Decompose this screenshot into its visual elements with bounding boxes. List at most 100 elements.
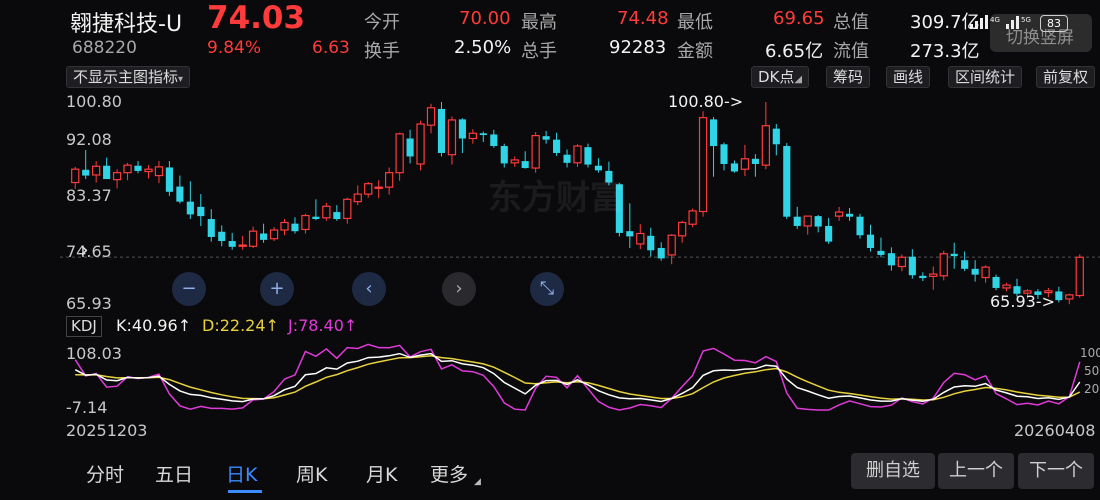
candle — [657, 242, 665, 261]
candle — [374, 180, 383, 199]
candle-body — [751, 158, 759, 164]
y-axis-max: 100.80 — [66, 92, 122, 111]
candle-body — [573, 145, 582, 164]
total-mv-label: 总值 — [833, 12, 869, 33]
expand-arrow-icon[interactable]: › — [80, 238, 89, 263]
candle-body — [563, 154, 571, 163]
indicator-select[interactable]: 不显示主图指标▾ — [66, 66, 191, 88]
candle-body — [197, 206, 205, 217]
candle — [500, 143, 508, 168]
candle-body — [112, 172, 122, 181]
kdj-d-value: D:22.24↑ — [202, 316, 279, 335]
kdj-j-value: J:78.40↑ — [288, 316, 358, 335]
candle-body — [374, 186, 383, 189]
candle-body — [1002, 284, 1011, 289]
candle-body — [92, 165, 101, 176]
candle-body — [981, 266, 990, 279]
battery-level: 83 — [1047, 17, 1061, 30]
pan-left-button[interactable]: ‹ — [352, 272, 386, 306]
pan-right-button[interactable]: › — [442, 272, 476, 306]
draw-line-button[interactable]: 画线 — [886, 66, 931, 88]
candle — [364, 181, 373, 198]
candle — [333, 205, 341, 221]
candle — [458, 118, 466, 153]
date-end: 20260408 — [1014, 421, 1096, 440]
candle-body — [228, 241, 236, 247]
candle-body — [447, 119, 457, 156]
candle — [992, 274, 1000, 291]
candle-body — [866, 234, 875, 248]
candle — [814, 214, 822, 233]
zoom-in-button[interactable]: + — [260, 272, 294, 306]
price-adjust-button[interactable]: 前复权 — [1036, 66, 1096, 88]
candle-body — [301, 214, 310, 231]
candle — [950, 242, 958, 269]
high-value: 74.48 — [617, 8, 669, 29]
dropdown-icon: ▾ — [178, 74, 184, 85]
candle-body — [908, 256, 916, 276]
candle-body — [897, 256, 907, 268]
candle — [626, 203, 634, 248]
candle — [740, 144, 750, 177]
zoom-out-button[interactable]: − — [172, 272, 206, 306]
candle — [887, 247, 895, 271]
kdj-k-line — [74, 352, 1081, 403]
plus-icon: + — [269, 278, 285, 299]
candle-body — [468, 132, 478, 140]
next-stock-button[interactable]: 下一个 — [1018, 453, 1094, 489]
candle — [856, 213, 864, 239]
dk-point-label: DK点 — [758, 68, 795, 86]
candle — [468, 129, 478, 144]
stock-name: 翱捷科技-U — [70, 12, 183, 37]
kdj-indicator-select[interactable]: KDJ — [66, 316, 102, 337]
tab-more[interactable]: 更多 — [430, 460, 468, 487]
candle-body — [553, 139, 561, 153]
candle-body — [207, 219, 215, 237]
candle-body — [479, 133, 487, 136]
tab-daily-k[interactable]: 日K — [226, 460, 257, 487]
tab-intraday[interactable]: 分时 — [86, 460, 124, 487]
low-marker: 65.93-> — [990, 292, 1055, 311]
candle-body — [353, 193, 362, 203]
candle — [688, 208, 697, 228]
volume-label: 总手 — [521, 41, 557, 62]
chevron-left-icon: ‹ — [365, 278, 373, 299]
previous-stock-button[interactable]: 上一个 — [938, 453, 1014, 489]
dk-point-button[interactable]: DK点◢ — [751, 66, 810, 88]
candle — [1065, 293, 1074, 305]
remove-watchlist-button[interactable]: 删自选 — [851, 453, 935, 489]
range-stats-button[interactable]: 区间统计 — [948, 66, 1023, 88]
watermark: 东方财富 — [488, 178, 624, 218]
candle-body — [783, 146, 791, 217]
collapse-button[interactable]: ⤡ — [530, 272, 564, 306]
candle — [866, 224, 875, 252]
candle — [395, 132, 404, 181]
candle — [803, 215, 812, 235]
candle — [846, 208, 854, 221]
candle-body — [176, 186, 184, 202]
candle — [312, 199, 320, 221]
candle-body — [793, 216, 801, 226]
candle — [384, 167, 394, 195]
candle — [165, 161, 173, 196]
chips-button[interactable]: 筹码 — [826, 66, 871, 88]
candle-body — [720, 144, 728, 164]
candle — [322, 202, 331, 221]
volume-value: 92283 — [609, 37, 667, 58]
candle-body — [992, 276, 1000, 288]
candle — [207, 209, 215, 242]
candle — [490, 129, 498, 148]
candle-body — [971, 268, 979, 275]
tab-five-day[interactable]: 五日 — [155, 460, 193, 487]
candle-body — [343, 198, 352, 220]
kdj-y-bottom: -7.14 — [66, 398, 108, 417]
candle — [228, 232, 236, 250]
candle — [531, 132, 540, 173]
kdj-k-value: K:40.96↑ — [116, 316, 192, 335]
candle — [176, 175, 184, 204]
tab-monthly-k[interactable]: 月K — [366, 460, 397, 487]
candle-body — [677, 221, 687, 237]
tab-weekly-k[interactable]: 周K — [296, 460, 327, 487]
candle-body — [647, 235, 655, 251]
indicator-select-label: 不显示主图指标 — [73, 68, 179, 86]
